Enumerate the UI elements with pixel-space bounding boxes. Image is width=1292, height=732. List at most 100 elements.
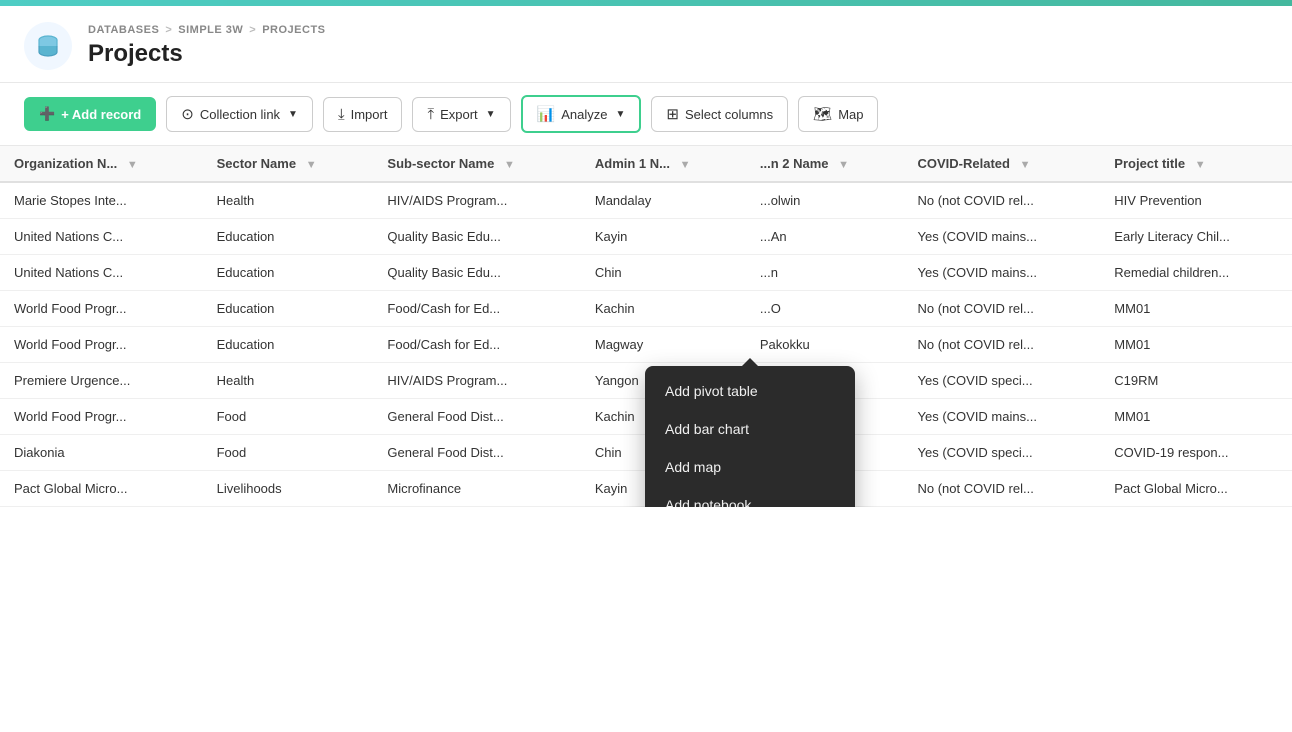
cell-admin2: ...olwin bbox=[746, 182, 904, 219]
filter-icon-admin1[interactable]: ▼ bbox=[680, 159, 691, 171]
cell-admin1: Mandalay bbox=[581, 182, 746, 219]
col-sector: Sector Name ▼ bbox=[203, 146, 374, 182]
cell-subsector: Microfinance bbox=[373, 471, 580, 507]
analyze-dropdown: Add pivot tableAdd bar chartAdd mapAdd n… bbox=[645, 366, 855, 507]
table-row: Marie Stopes Inte...HealthHIV/AIDS Progr… bbox=[0, 182, 1292, 219]
import-button[interactable]: ⤓ Import bbox=[323, 97, 402, 132]
collection-link-button[interactable]: ⊙ Collection link ▼ bbox=[166, 96, 313, 132]
filter-icon-subsector[interactable]: ▼ bbox=[504, 159, 515, 171]
cell-subsector: General Food Dist... bbox=[373, 435, 580, 471]
cell-sector: Education bbox=[203, 219, 374, 255]
toolbar: ➕ + Add record ⊙ Collection link ▼ ⤓ Imp… bbox=[0, 83, 1292, 146]
cell-org: United Nations C... bbox=[0, 219, 203, 255]
cell-admin2: ...O bbox=[746, 291, 904, 327]
plus-icon: ➕ bbox=[39, 106, 55, 122]
breadcrumb-sep-1: > bbox=[165, 24, 172, 36]
col-org: Organization N... ▼ bbox=[0, 146, 203, 182]
database-icon bbox=[34, 32, 62, 60]
cell-covid: No (not COVID rel... bbox=[904, 327, 1101, 363]
cell-project_title: COVID-19 respon... bbox=[1100, 435, 1292, 471]
cell-covid: No (not COVID rel... bbox=[904, 471, 1101, 507]
filter-icon-org[interactable]: ▼ bbox=[127, 159, 138, 171]
cell-subsector: Food/Cash for Ed... bbox=[373, 291, 580, 327]
cell-admin2: ...n bbox=[746, 255, 904, 291]
cell-sector: Livelihoods bbox=[203, 471, 374, 507]
cell-project_title: MM01 bbox=[1100, 399, 1292, 435]
cell-project_title: MM01 bbox=[1100, 291, 1292, 327]
columns-icon: ⊞ bbox=[666, 105, 679, 123]
cell-subsector: General Food Dist... bbox=[373, 399, 580, 435]
cell-org: Diakonia bbox=[0, 435, 203, 471]
analyze-menu-item[interactable]: Add map bbox=[645, 448, 855, 486]
analyze-button[interactable]: 📊 Analyze ▼ bbox=[521, 95, 642, 133]
cell-sector: Education bbox=[203, 327, 374, 363]
analyze-chart-icon: 📊 bbox=[537, 105, 556, 123]
cell-covid: Yes (COVID speci... bbox=[904, 435, 1101, 471]
cell-admin2: Pakokku bbox=[746, 327, 904, 363]
cell-covid: No (not COVID rel... bbox=[904, 291, 1101, 327]
cell-org: Marie Stopes Inte... bbox=[0, 182, 203, 219]
cell-covid: Yes (COVID mains... bbox=[904, 255, 1101, 291]
select-columns-button[interactable]: ⊞ Select columns bbox=[651, 96, 788, 132]
page-title: Projects bbox=[88, 40, 326, 68]
table-container: Organization N... ▼ Sector Name ▼ Sub-se… bbox=[0, 146, 1292, 507]
col-covid: COVID-Related ▼ bbox=[904, 146, 1101, 182]
cell-admin1: Kayin bbox=[581, 219, 746, 255]
cell-subsector: HIV/AIDS Program... bbox=[373, 182, 580, 219]
cell-covid: Yes (COVID mains... bbox=[904, 399, 1101, 435]
cell-admin1: Chin bbox=[581, 255, 746, 291]
col-admin1: Admin 1 N... ▼ bbox=[581, 146, 746, 182]
col-admin2: ...n 2 Name ▼ bbox=[746, 146, 904, 182]
cell-org: Pact Global Micro... bbox=[0, 471, 203, 507]
table-row: World Food Progr...EducationFood/Cash fo… bbox=[0, 327, 1292, 363]
add-record-button[interactable]: ➕ + Add record bbox=[24, 97, 156, 131]
cell-sector: Food bbox=[203, 399, 374, 435]
cell-subsector: HIV/AIDS Program... bbox=[373, 363, 580, 399]
header: DATABASES > SIMPLE 3W > PROJECTS Project… bbox=[0, 6, 1292, 83]
filter-icon-admin2[interactable]: ▼ bbox=[838, 159, 849, 171]
collection-link-icon: ⊙ bbox=[181, 105, 194, 123]
chevron-down-icon: ▼ bbox=[288, 109, 298, 120]
filter-icon-project-title[interactable]: ▼ bbox=[1195, 159, 1206, 171]
cell-project_title: Remedial children... bbox=[1100, 255, 1292, 291]
cell-org: Premiere Urgence... bbox=[0, 363, 203, 399]
breadcrumb-databases[interactable]: DATABASES bbox=[88, 24, 159, 36]
cell-covid: Yes (COVID speci... bbox=[904, 363, 1101, 399]
cell-admin2: ...An bbox=[746, 219, 904, 255]
analyze-menu-item[interactable]: Add pivot table bbox=[645, 372, 855, 410]
breadcrumb: DATABASES > SIMPLE 3W > PROJECTS bbox=[88, 24, 326, 36]
import-icon: ⤓ bbox=[338, 106, 345, 123]
header-text: DATABASES > SIMPLE 3W > PROJECTS Project… bbox=[88, 24, 326, 68]
cell-org: World Food Progr... bbox=[0, 291, 203, 327]
filter-icon-sector[interactable]: ▼ bbox=[306, 159, 317, 171]
cell-admin1: Magway bbox=[581, 327, 746, 363]
cell-subsector: Quality Basic Edu... bbox=[373, 255, 580, 291]
export-button[interactable]: ⤒ Export ▼ bbox=[412, 97, 510, 132]
map-icon: 🗺 bbox=[813, 105, 832, 123]
export-icon: ⤒ bbox=[427, 106, 434, 123]
cell-org: United Nations C... bbox=[0, 255, 203, 291]
table-row: United Nations C...EducationQuality Basi… bbox=[0, 255, 1292, 291]
cell-subsector: Quality Basic Edu... bbox=[373, 219, 580, 255]
cell-org: World Food Progr... bbox=[0, 399, 203, 435]
cell-sector: Health bbox=[203, 182, 374, 219]
cell-sector: Education bbox=[203, 255, 374, 291]
header-icon-wrapper bbox=[24, 22, 72, 70]
cell-sector: Food bbox=[203, 435, 374, 471]
breadcrumb-simple3w[interactable]: SIMPLE 3W bbox=[178, 24, 243, 36]
cell-covid: Yes (COVID mains... bbox=[904, 219, 1101, 255]
cell-sector: Education bbox=[203, 291, 374, 327]
col-subsector: Sub-sector Name ▼ bbox=[373, 146, 580, 182]
analyze-menu-item[interactable]: Add bar chart bbox=[645, 410, 855, 448]
col-project-title: Project title ▼ bbox=[1100, 146, 1292, 182]
export-chevron-icon: ▼ bbox=[486, 109, 496, 120]
table-row: United Nations C...EducationQuality Basi… bbox=[0, 219, 1292, 255]
table-row: World Food Progr...EducationFood/Cash fo… bbox=[0, 291, 1292, 327]
cell-project_title: Pact Global Micro... bbox=[1100, 471, 1292, 507]
cell-sector: Health bbox=[203, 363, 374, 399]
cell-project_title: MM01 bbox=[1100, 327, 1292, 363]
analyze-menu-item[interactable]: Add notebook bbox=[645, 486, 855, 507]
map-button[interactable]: 🗺 Map bbox=[798, 96, 878, 132]
filter-icon-covid[interactable]: ▼ bbox=[1020, 159, 1031, 171]
table-header-row: Organization N... ▼ Sector Name ▼ Sub-se… bbox=[0, 146, 1292, 182]
